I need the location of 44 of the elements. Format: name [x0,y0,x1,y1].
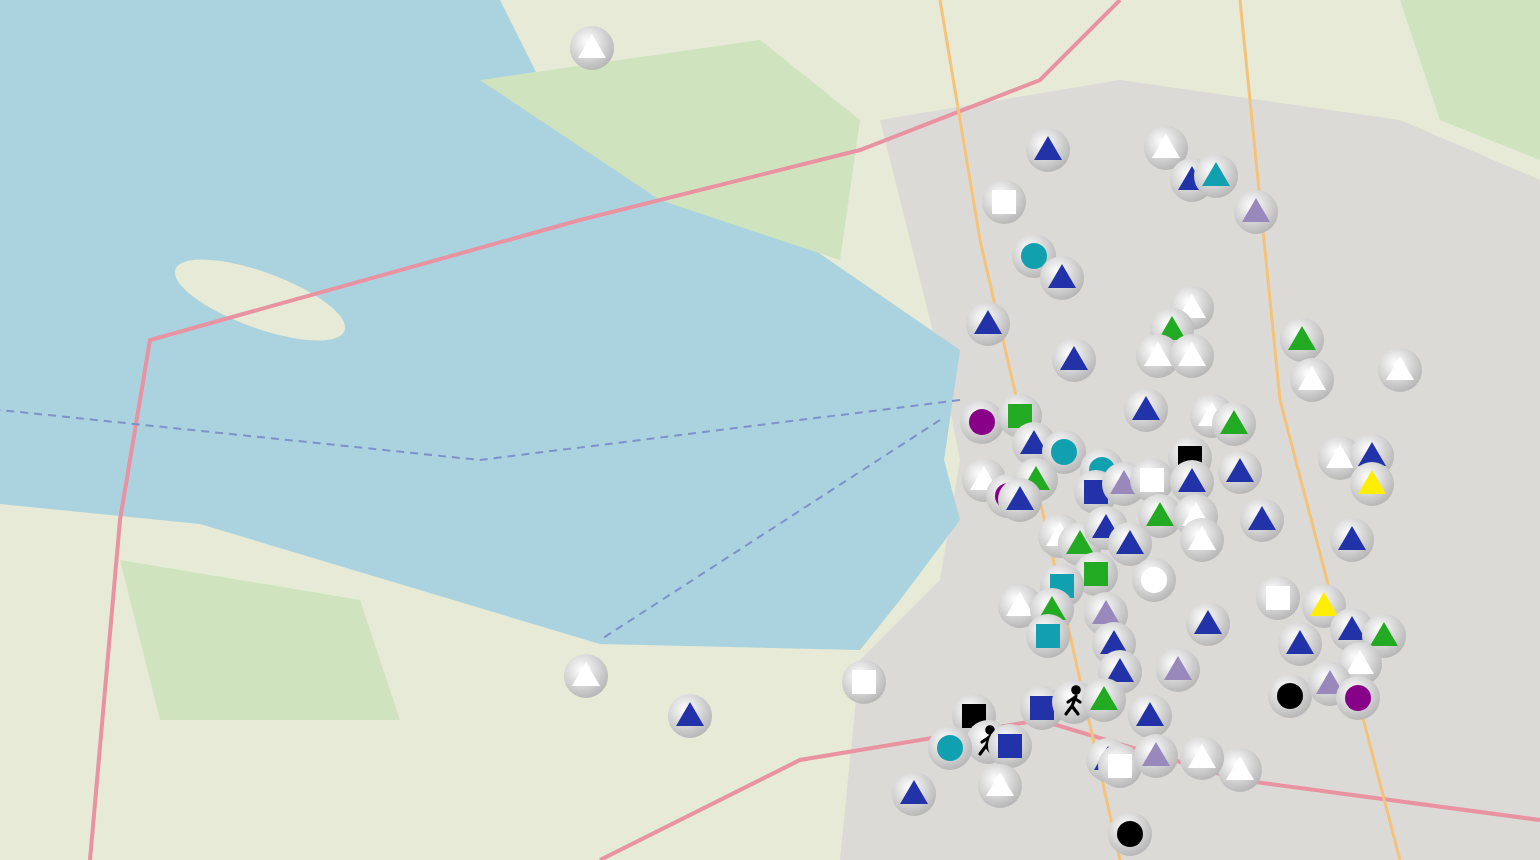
map-marker[interactable] [1144,126,1188,170]
map-marker[interactable] [1180,518,1224,562]
map-marker[interactable] [1180,736,1224,780]
map-marker[interactable] [1278,622,1322,666]
map-marker[interactable] [966,302,1010,346]
map-marker[interactable] [1026,128,1070,172]
map-marker[interactable] [1268,674,1312,718]
map-marker[interactable] [1212,402,1256,446]
map-marker[interactable] [1290,358,1334,402]
map-marker[interactable] [1234,190,1278,234]
map-marker[interactable] [982,180,1026,224]
map-marker[interactable] [1256,576,1300,620]
map-marker[interactable] [1170,334,1214,378]
map-marker[interactable] [998,478,1042,522]
map-marker[interactable] [1134,734,1178,778]
map-marker[interactable] [1218,748,1262,792]
map-marker[interactable] [1108,812,1152,856]
map-marker[interactable] [1132,558,1176,602]
map-marker[interactable] [978,764,1022,808]
map-marker[interactable] [1240,498,1284,542]
map-marker[interactable] [1128,694,1172,738]
map-marker[interactable] [1378,348,1422,392]
map-marker[interactable] [928,726,972,770]
map-marker[interactable] [1350,462,1394,506]
map-marker[interactable] [892,772,936,816]
map-marker[interactable] [842,660,886,704]
map-marker[interactable] [1336,676,1380,720]
map-marker[interactable] [960,400,1004,444]
map-marker[interactable] [564,654,608,698]
map-marker[interactable] [1040,256,1084,300]
map-marker[interactable] [1026,614,1070,658]
map-marker[interactable] [1186,602,1230,646]
map-marker[interactable] [1082,678,1126,722]
map-marker[interactable] [1330,518,1374,562]
map-marker[interactable] [1194,154,1238,198]
map-marker[interactable] [1124,388,1168,432]
map-marker[interactable] [1156,648,1200,692]
map-marker[interactable] [1052,338,1096,382]
map-marker[interactable] [1218,450,1262,494]
map-marker[interactable] [988,724,1032,768]
map-marker[interactable] [570,26,614,70]
map-marker[interactable] [1108,522,1152,566]
map-marker[interactable] [668,694,712,738]
map-marker[interactable] [1280,318,1324,362]
